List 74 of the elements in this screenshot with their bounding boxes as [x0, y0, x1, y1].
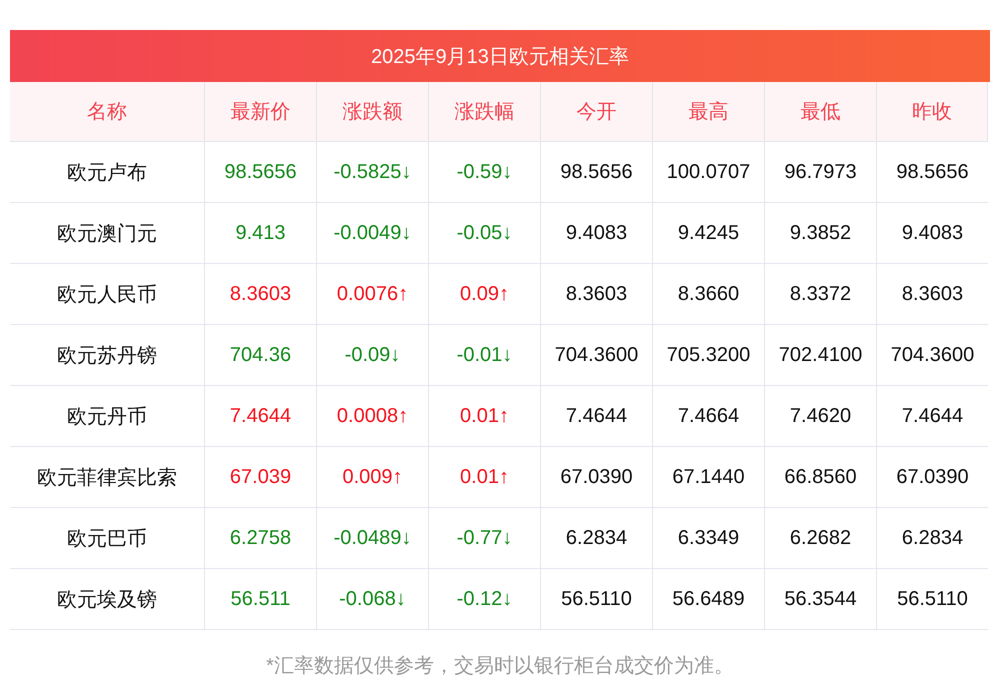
table-cell: -0.09↓: [317, 325, 429, 386]
table-cell: 9.4083: [877, 203, 988, 264]
table-cell: 欧元埃及镑: [10, 569, 205, 630]
table-cell: 8.3603: [877, 264, 988, 325]
table-cell: 67.039: [205, 447, 317, 508]
table-cell: -0.0049↓: [317, 203, 429, 264]
table-cell: 6.2758: [205, 508, 317, 569]
table-cell: 56.5110: [877, 569, 988, 630]
table-cell: 704.3600: [541, 325, 653, 386]
table-cell: 欧元菲律宾比索: [10, 447, 205, 508]
table-cell: 0.0008↑: [317, 386, 429, 447]
table-cell: 98.5656: [877, 142, 988, 203]
table-cell: 56.511: [205, 569, 317, 630]
table-cell: -0.01↓: [429, 325, 541, 386]
column-header: 最新价: [205, 82, 317, 142]
column-header: 昨收: [877, 82, 988, 142]
table-cell: 0.01↑: [429, 386, 541, 447]
table-cell: -0.068↓: [317, 569, 429, 630]
table-cell: 66.8560: [765, 447, 877, 508]
column-header: 涨跌幅: [429, 82, 541, 142]
table-cell: 7.4644: [205, 386, 317, 447]
table-cell: 705.3200: [653, 325, 765, 386]
table-cell: -0.77↓: [429, 508, 541, 569]
table-cell: 702.4100: [765, 325, 877, 386]
table-cell: 0.009↑: [317, 447, 429, 508]
table-cell: -0.0489↓: [317, 508, 429, 569]
table-cell: 6.2834: [541, 508, 653, 569]
table-cell: 0.0076↑: [317, 264, 429, 325]
table-cell: 欧元澳门元: [10, 203, 205, 264]
table-cell: 56.3544: [765, 569, 877, 630]
table-cell: -0.05↓: [429, 203, 541, 264]
table-cell: 0.01↑: [429, 447, 541, 508]
table-cell: 9.4083: [541, 203, 653, 264]
table-cell: 100.0707: [653, 142, 765, 203]
table-cell: 9.413: [205, 203, 317, 264]
table-cell: 8.3660: [653, 264, 765, 325]
column-header: 最低: [765, 82, 877, 142]
table-cell: 7.4664: [653, 386, 765, 447]
footnote: *汇率数据仅供参考，交易时以银行柜台成交价为准。: [265, 654, 735, 679]
table-cell: 704.3600: [877, 325, 988, 386]
table-cell: 6.3349: [653, 508, 765, 569]
column-header: 名称: [10, 82, 205, 142]
column-header: 今开: [541, 82, 653, 142]
column-header: 涨跌额: [317, 82, 429, 142]
table-cell: 56.6489: [653, 569, 765, 630]
table-cell: 0.09↑: [429, 264, 541, 325]
table-cell: 704.36: [205, 325, 317, 386]
table-cell: 8.3603: [541, 264, 653, 325]
table-cell: 9.3852: [765, 203, 877, 264]
table-cell: 8.3603: [205, 264, 317, 325]
table-cell: 98.5656: [541, 142, 653, 203]
table-cell: 6.2834: [877, 508, 988, 569]
table-cell: 欧元丹币: [10, 386, 205, 447]
table-cell: 欧元苏丹镑: [10, 325, 205, 386]
table-cell: 欧元人民币: [10, 264, 205, 325]
table-cell: 8.3372: [765, 264, 877, 325]
table-title: 2025年9月13日欧元相关汇率: [10, 30, 990, 82]
table-cell: 欧元巴币: [10, 508, 205, 569]
table-cell: 67.0390: [541, 447, 653, 508]
table-cell: 7.4644: [541, 386, 653, 447]
table-cell: 7.4620: [765, 386, 877, 447]
column-header: 最高: [653, 82, 765, 142]
table-cell: 56.5110: [541, 569, 653, 630]
table-cell: 96.7973: [765, 142, 877, 203]
table-cell: 6.2682: [765, 508, 877, 569]
table-cell: 9.4245: [653, 203, 765, 264]
table-cell: 7.4644: [877, 386, 988, 447]
table-cell: -0.59↓: [429, 142, 541, 203]
table-cell: -0.12↓: [429, 569, 541, 630]
table-cell: -0.5825↓: [317, 142, 429, 203]
table-cell: 67.1440: [653, 447, 765, 508]
table-cell: 欧元卢布: [10, 142, 205, 203]
table-cell: 67.0390: [877, 447, 988, 508]
table-cell: 98.5656: [205, 142, 317, 203]
